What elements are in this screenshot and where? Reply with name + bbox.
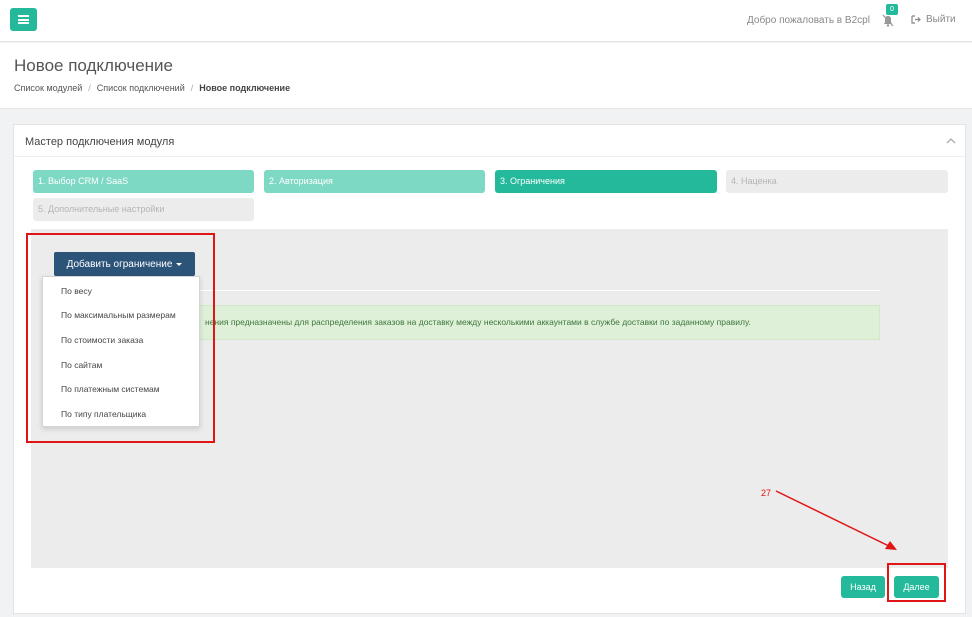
annotation-number: 27 [761, 488, 772, 498]
menu-toggle-button[interactable] [10, 8, 37, 31]
annotation-highlight-dropdown [26, 233, 215, 443]
sign-out-icon [911, 15, 921, 24]
wizard-step-markup: 4. Наценка [726, 170, 948, 193]
wizard-step-additional-settings: 5. Дополнительные настройки [33, 198, 254, 221]
wizard-step-authorization[interactable]: 2. Авторизация [264, 170, 485, 193]
welcome-text: Добро пожаловать в B2cpl [747, 15, 870, 26]
info-alert: нения предназначены для распределения за… [196, 305, 880, 340]
logout-label: Выйти [926, 14, 956, 25]
page-title: Новое подключение [14, 56, 173, 75]
page-header: Новое подключение Список модулей / Списо… [0, 43, 972, 109]
notification-count-badge: 0 [886, 4, 898, 15]
next-button[interactable]: Далее [894, 576, 939, 598]
top-navbar: Добро пожаловать в B2cpl 0 Выйти [0, 0, 972, 42]
breadcrumb-connections-link[interactable]: Список подключений [97, 83, 185, 93]
breadcrumb-modules-link[interactable]: Список модулей [14, 83, 82, 93]
breadcrumb-current: Новое подключение [199, 83, 291, 93]
wizard-step-restrictions[interactable]: 3. Ограничения [495, 170, 717, 193]
wizard-step-crm[interactable]: 1. Выбор CRM / SaaS [33, 170, 254, 193]
logout-link[interactable]: Выйти [911, 14, 956, 25]
panel-title: Мастер подключения модуля [25, 136, 175, 148]
hamburger-icon [18, 15, 29, 24]
back-button[interactable]: Назад [841, 576, 885, 598]
divider [196, 290, 880, 291]
breadcrumb-separator: / [88, 83, 91, 93]
chevron-up-icon[interactable] [945, 135, 957, 147]
breadcrumb-separator: / [190, 83, 194, 93]
panel-header: Мастер подключения модуля [14, 125, 965, 157]
breadcrumb: Список модулей / Список подключений / Но… [14, 83, 290, 93]
